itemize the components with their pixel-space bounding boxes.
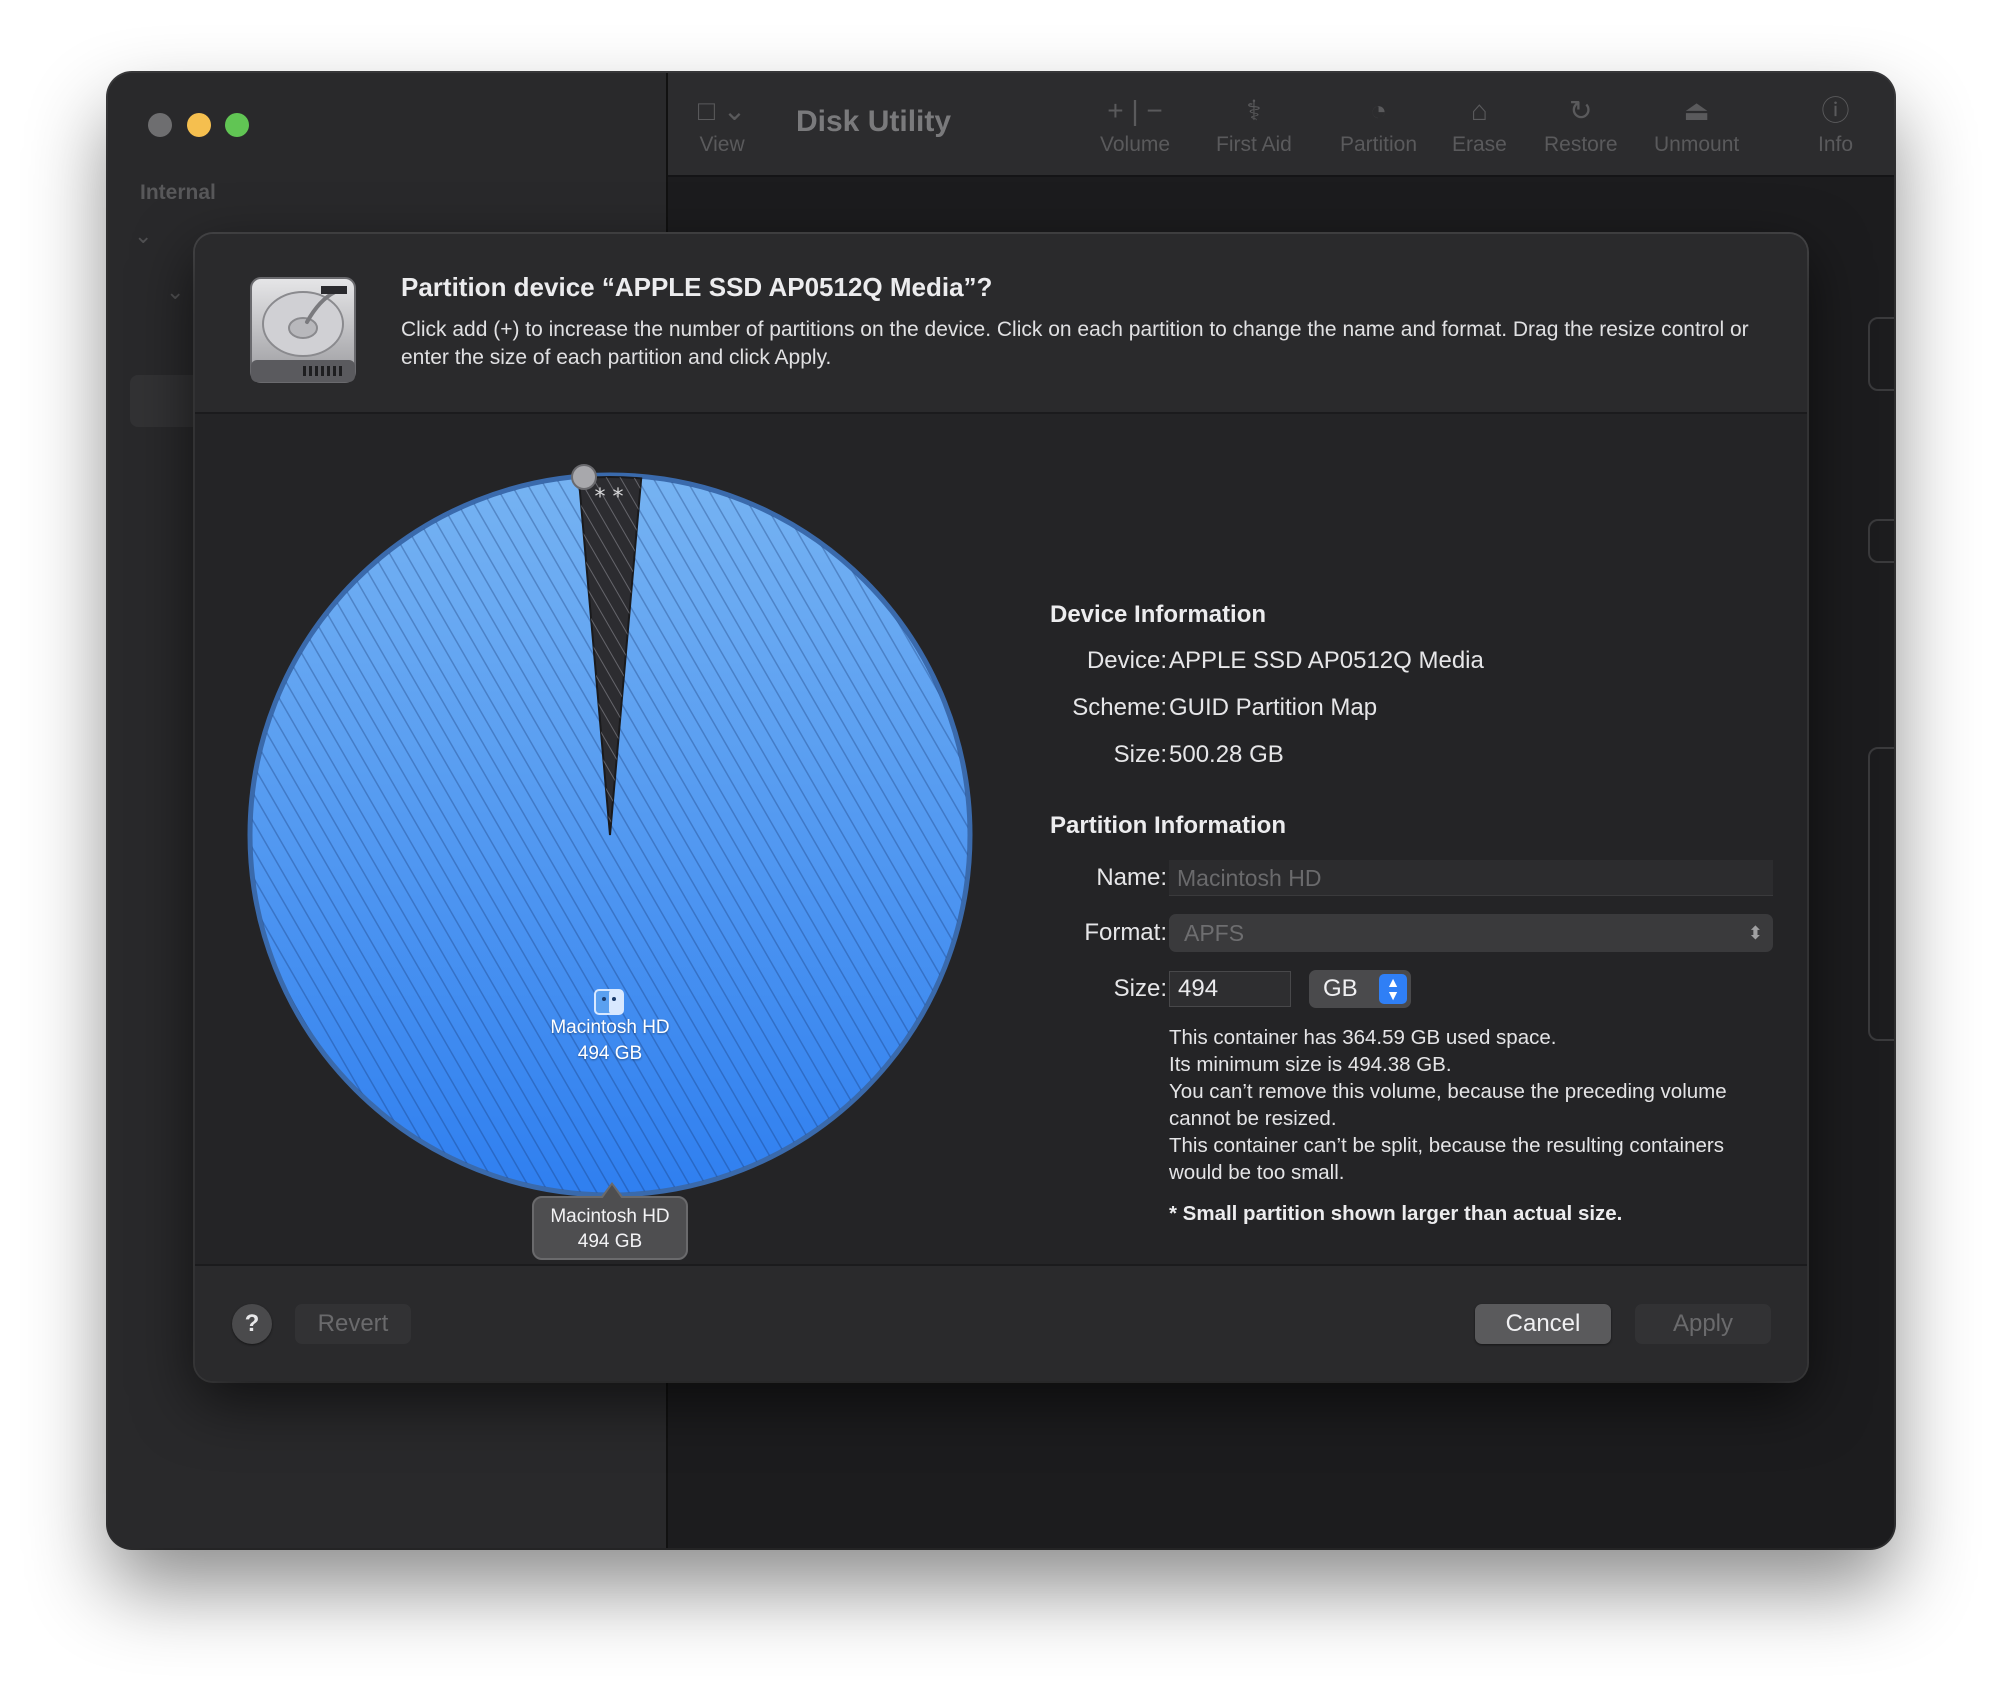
device-label: Device: — [1086, 647, 1167, 674]
zoom-window-button[interactable] — [225, 113, 249, 137]
close-window-button[interactable] — [148, 113, 172, 137]
small-partition-marker: * * — [595, 485, 624, 510]
sidebar-toggle-icon: □ ⌄ — [698, 95, 747, 126]
info-icon: ⓘ — [1821, 95, 1850, 126]
background-panel — [1868, 519, 1894, 563]
note-cannot-remove: You can’t remove this volume, because th… — [1169, 1080, 1727, 1130]
partition-notes: This container has 364.59 GB used space.… — [1169, 1024, 1769, 1186]
toolbar: □ ⌄ View Disk Utility + | − Volume ⚕ Fir… — [668, 73, 1894, 177]
size-unit-popup[interactable]: GB ▲ ▼ — [1309, 970, 1411, 1008]
format-label: Format: — [1084, 919, 1167, 946]
partition-tooltip: Macintosh HD 494 GB — [532, 1182, 688, 1260]
partition-sheet: Partition device “APPLE SSD AP0512Q Medi… — [195, 234, 1807, 1381]
partition-size-field[interactable]: 494 — [1169, 971, 1291, 1007]
cancel-button[interactable]: Cancel — [1475, 1304, 1611, 1344]
device-size-value: 500.28 GB — [1169, 741, 1284, 768]
stethoscope-icon: ⚕ — [1246, 95, 1262, 126]
background-panel — [1868, 747, 1894, 1041]
pie-partition-size: 494 GB — [577, 1043, 643, 1064]
note-minimum-size: Its minimum size is 494.38 GB. — [1169, 1053, 1452, 1076]
minimize-window-button[interactable] — [187, 113, 211, 137]
partition-pie-icon: ◔ — [1370, 95, 1387, 126]
format-value: APFS — [1184, 920, 1245, 946]
partition-name-label: Name: — [1096, 864, 1167, 891]
resize-handle[interactable] — [571, 464, 597, 490]
erase-icon: ⌂ — [1470, 95, 1488, 126]
scheme-label: Scheme: — [1072, 694, 1167, 721]
toolbar-info-button[interactable]: ⓘ Info — [1818, 93, 1853, 157]
partition-pie-chart: * * — [247, 464, 973, 1198]
help-button[interactable]: ? — [232, 1304, 272, 1344]
sidebar-section-internal: Internal — [140, 181, 216, 204]
sheet-footer: ? Revert Cancel Apply — [195, 1264, 1807, 1381]
toolbar-first-aid-button[interactable]: ⚕ First Aid — [1216, 93, 1292, 157]
toolbar-volume-button[interactable]: + | − Volume — [1100, 93, 1170, 157]
plus-minus-icon: + | − — [1107, 95, 1163, 126]
partition-size-label: Size: — [1113, 975, 1167, 1002]
sheet-title: Partition device “APPLE SSD AP0512Q Medi… — [401, 272, 993, 302]
finder-icon — [594, 989, 624, 1015]
format-popup[interactable]: APFS ⬍ — [1169, 914, 1773, 952]
toolbar-restore-button[interactable]: ↻ Restore — [1544, 93, 1618, 157]
note-used-space: This container has 364.59 GB used space. — [1169, 1026, 1557, 1049]
note-cannot-split: This container can’t be split, because t… — [1169, 1134, 1724, 1184]
hard-drive-icon — [247, 274, 359, 393]
updown-chevron-icon: ⬍ — [1747, 923, 1763, 943]
restore-icon: ↻ — [1569, 95, 1593, 126]
device-information-heading: Device Information — [1050, 601, 1267, 628]
pie-partition-name: Macintosh HD — [550, 1017, 670, 1038]
toolbar-partition-button[interactable]: ◔ Partition — [1340, 93, 1417, 157]
chevron-down-icon[interactable]: ⌄ — [134, 223, 152, 249]
revert-button[interactable]: Revert — [295, 1304, 411, 1344]
background-panel — [1868, 317, 1894, 391]
eject-icon: ⏏ — [1683, 95, 1710, 126]
updown-stepper-icon: ▲ ▼ — [1379, 974, 1407, 1004]
partition-information-heading: Partition Information — [1050, 812, 1286, 839]
small-partition-footnote: * Small partition shown larger than actu… — [1169, 1202, 1623, 1225]
size-unit-value: GB — [1323, 975, 1358, 1002]
toolbar-view-button[interactable]: □ ⌄ View — [698, 93, 746, 157]
scheme-value: GUID Partition Map — [1169, 694, 1378, 721]
partition-name-field[interactable]: Macintosh HD — [1169, 860, 1773, 896]
sheet-header: Partition device “APPLE SSD AP0512Q Medi… — [195, 234, 1807, 414]
sheet-description: Click add (+) to increase the number of … — [401, 318, 1749, 369]
device-value: APPLE SSD AP0512Q Media — [1169, 647, 1484, 674]
pie-partition-label: Macintosh HD 494 GB — [195, 1015, 1025, 1067]
toolbar-unmount-button[interactable]: ⏏ Unmount — [1654, 93, 1739, 157]
apply-button[interactable]: Apply — [1635, 1304, 1771, 1344]
toolbar-erase-button[interactable]: ⌂ Erase — [1452, 93, 1507, 157]
chevron-down-icon[interactable]: ⌄ — [166, 279, 184, 305]
app-title: Disk Utility — [796, 105, 952, 138]
device-size-label: Size: — [1113, 741, 1167, 768]
